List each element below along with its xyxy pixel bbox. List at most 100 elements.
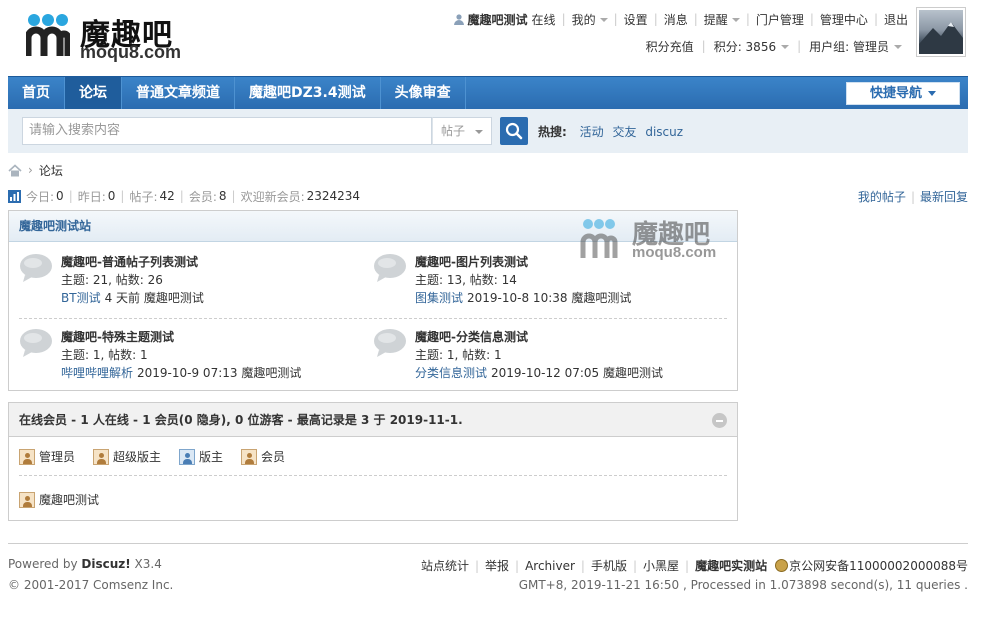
last-post-user[interactable]: 魔趣吧测试 <box>241 366 301 380</box>
footer-links: 站点统计 | 举报 | Archiver | 手机版 | 小黑屋 | 魔趣吧实测站 京公网… <box>420 557 968 574</box>
hot-search-item[interactable]: 交友 <box>612 125 636 139</box>
search-type-select[interactable]: 帖子 <box>432 117 492 145</box>
forum-name-link[interactable]: 魔趣吧-图片列表测试 <box>415 253 528 270</box>
menu-admin-center[interactable]: 管理中心 <box>820 11 868 28</box>
last-post-time: 4 天前 <box>104 291 141 305</box>
nav-avatar-review[interactable]: 头像审查 <box>381 77 466 110</box>
forum-bubble-icon[interactable] <box>373 328 407 358</box>
latest-replies-link[interactable]: 最新回复 <box>920 190 968 204</box>
menu-my[interactable]: 我的 <box>572 11 608 28</box>
points-menu[interactable]: 积分: 3856 <box>714 38 790 55</box>
last-post-link[interactable]: 哔哩哔哩解析 <box>61 366 133 380</box>
legend-item: 管理员 <box>19 448 75 465</box>
hot-search-item[interactable]: discuz <box>645 125 683 139</box>
forum-name-link[interactable]: 魔趣吧-特殊主题测试 <box>61 328 174 345</box>
forum-last-post: 图集测试 2019-10-8 10:38 魔趣吧测试 <box>415 289 631 306</box>
search-icon <box>505 122 523 140</box>
forum-bubble-icon[interactable] <box>19 253 53 283</box>
menu-portal-admin[interactable]: 门户管理 <box>756 11 804 28</box>
collapse-toggle-icon[interactable] <box>712 413 727 428</box>
last-post-time: 2019-10-9 07:13 <box>137 366 238 380</box>
newest-member-link[interactable]: 2324234 <box>307 189 360 203</box>
forum-item: 魔趣吧-特殊主题测试 主题: 1, 帖数: 1 哔哩哔哩解析 2019-10-9 … <box>19 328 359 388</box>
yesterday-count: 0 <box>107 189 116 203</box>
online-title[interactable]: 在线会员 - 1 人在线 - 1 会员(0 隐身), 0 位游客 - 最高记录是… <box>9 403 737 437</box>
nav-forum[interactable]: 论坛 <box>65 77 122 110</box>
forum-last-post: BT测试 4 天前 魔趣吧测试 <box>61 289 204 306</box>
user-toolbar: 魔趣吧测试 在线 | 我的 | 设置 | 消息 | 提醒 | 门户管理 | 管理… <box>453 10 908 28</box>
super-moderator-icon <box>93 448 110 465</box>
search-button[interactable] <box>500 117 528 145</box>
chevron-down-icon <box>731 18 740 22</box>
last-post-link[interactable]: BT测试 <box>61 291 101 305</box>
chevron-down-icon <box>894 45 902 49</box>
forum-last-post: 分类信息测试 2019-10-12 07:05 魔趣吧测试 <box>415 364 663 381</box>
user-avatar[interactable] <box>916 7 966 57</box>
last-post-link[interactable]: 图集测试 <box>415 291 463 305</box>
forum-divider <box>19 318 727 319</box>
quick-nav-button[interactable]: 快捷导航 <box>846 82 960 105</box>
user-toolbar-secondary: 积分充值 | 积分: 3856 | 用户组: 管理员 <box>646 37 902 55</box>
police-record-link[interactable]: 京公网安备11000002000088号 <box>789 557 968 574</box>
police-badge-icon <box>775 559 789 572</box>
forum-bubble-icon[interactable] <box>19 328 53 358</box>
online-user[interactable]: 魔趣吧测试 <box>19 491 99 508</box>
hot-search-item[interactable]: 活动 <box>580 125 604 139</box>
forum-counts: 主题: 13, 帖数: 14 <box>415 273 517 287</box>
forum-name-link[interactable]: 魔趣吧-分类信息测试 <box>415 328 528 345</box>
admin-icon <box>19 448 35 465</box>
forum-name-link[interactable]: 魔趣吧-普通帖子列表测试 <box>61 253 198 270</box>
nav-article-channel[interactable]: 普通文章频道 <box>122 77 235 110</box>
usergroup-menu[interactable]: 用户组: 管理员 <box>809 38 902 55</box>
footer-link-stats[interactable]: 站点统计 <box>421 557 469 574</box>
forum-bubble-icon[interactable] <box>373 253 407 283</box>
chevron-down-icon <box>475 130 483 134</box>
breadcrumb: › 论坛 <box>8 162 63 178</box>
last-post-time: 2019-10-8 10:38 <box>467 291 568 305</box>
moderator-icon <box>179 448 196 465</box>
search-input[interactable]: 请输入搜索内容 <box>22 117 432 145</box>
last-post-time: 2019-10-12 07:05 <box>491 366 600 380</box>
logo-mark-icon <box>26 14 70 56</box>
footer-divider <box>8 543 968 544</box>
powered-by: Powered by Discuz! X3.4 <box>8 557 162 571</box>
admin-icon <box>19 491 35 508</box>
forum-item: 魔趣吧-普通帖子列表测试 主题: 21, 帖数: 26 BT测试 4 天前 魔趣吧… <box>19 253 359 313</box>
discuz-link[interactable]: Discuz! <box>81 557 130 571</box>
legend-item: 超级版主 <box>93 448 161 465</box>
top-links: 我的帖子 | 最新回复 <box>857 190 968 204</box>
last-post-user[interactable]: 魔趣吧测试 <box>571 291 631 305</box>
site-logo[interactable]: 魔趣吧 moqu8.com <box>22 8 194 62</box>
forum-counts: 主题: 1, 帖数: 1 <box>415 348 502 362</box>
points-recharge-link[interactable]: 积分充值 <box>646 38 694 55</box>
runtime-info: GMT+8, 2019-11-21 16:50 , Processed in 1… <box>518 578 968 592</box>
copyright: © 2001-2017 Comsenz Inc. <box>8 578 174 592</box>
last-post-user[interactable]: 魔趣吧测试 <box>603 366 663 380</box>
menu-messages[interactable]: 消息 <box>664 11 688 28</box>
footer-link-archiver[interactable]: Archiver <box>525 559 575 573</box>
forum-last-post: 哔哩哔哩解析 2019-10-9 07:13 魔趣吧测试 <box>61 364 301 381</box>
last-post-user[interactable]: 魔趣吧测试 <box>144 291 204 305</box>
menu-notifications[interactable]: 提醒 <box>704 11 740 28</box>
breadcrumb-separator-icon: › <box>28 163 33 177</box>
footer-link-report[interactable]: 举报 <box>485 557 509 574</box>
online-members: 在线会员 - 1 人在线 - 1 会员(0 隐身), 0 位游客 - 最高记录是… <box>8 402 738 521</box>
nav-home[interactable]: 首页 <box>8 77 65 110</box>
user-icon <box>453 13 464 25</box>
menu-logout[interactable]: 退出 <box>884 11 908 28</box>
nav-dz-test[interactable]: 魔趣吧DZ3.4测试 <box>235 77 381 110</box>
menu-settings[interactable]: 设置 <box>624 11 648 28</box>
last-post-link[interactable]: 分类信息测试 <box>415 366 487 380</box>
my-posts-link[interactable]: 我的帖子 <box>858 190 906 204</box>
main-nav: 首页 论坛 普通文章频道 魔趣吧DZ3.4测试 头像审查 快捷导航 <box>8 76 968 110</box>
footer-link-mobile[interactable]: 手机版 <box>591 557 627 574</box>
footer-link-site[interactable]: 魔趣吧实测站 <box>695 557 767 574</box>
hot-search: 热搜: 活动 交友 discuz <box>538 123 683 140</box>
member-legend: 管理员 超级版主 版主 会员 <box>19 448 303 465</box>
online-status: 在线 <box>531 12 556 27</box>
breadcrumb-current[interactable]: 论坛 <box>39 162 63 179</box>
home-icon[interactable] <box>8 163 22 177</box>
username-link[interactable]: 魔趣吧测试 <box>468 11 528 28</box>
stats-chart-icon <box>8 189 21 203</box>
footer-link-blacklist[interactable]: 小黑屋 <box>643 557 679 574</box>
